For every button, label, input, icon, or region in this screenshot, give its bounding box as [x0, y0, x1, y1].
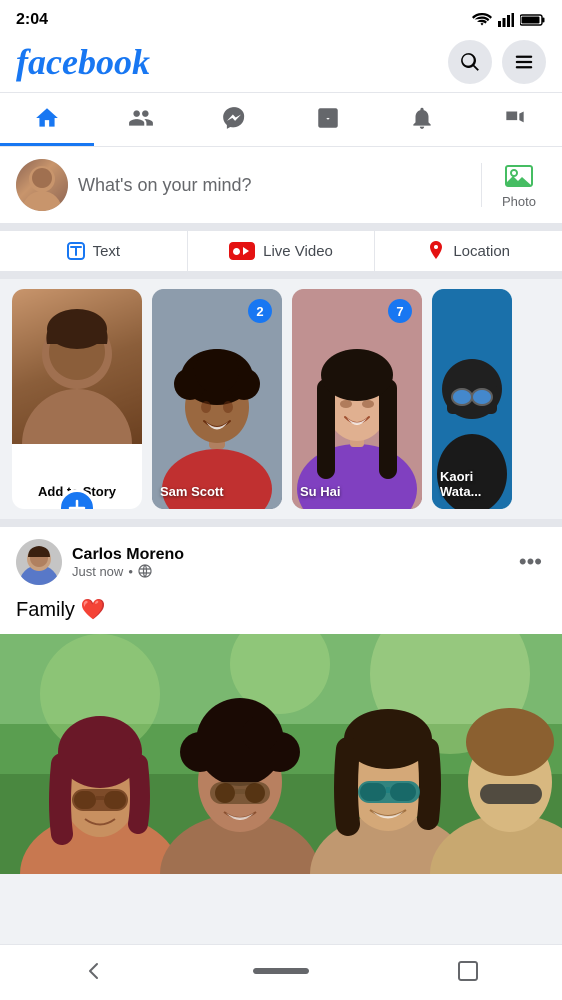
text-icon	[67, 242, 85, 260]
composer-input[interactable]: What's on your mind?	[78, 175, 471, 196]
location-icon	[427, 241, 445, 261]
messenger-icon	[221, 105, 247, 131]
tab-notifications[interactable]	[375, 93, 469, 146]
story-badge-suhai: 7	[388, 299, 412, 323]
tab-home[interactable]	[0, 93, 94, 146]
nav-tabs	[0, 93, 562, 147]
post-author-name: Carlos Moreno	[72, 546, 184, 564]
family-photo-svg	[0, 634, 562, 874]
square-button[interactable]	[438, 951, 498, 991]
user-avatar-svg	[16, 159, 68, 211]
wifi-icon	[472, 13, 492, 27]
tab-marketplace[interactable]	[281, 93, 375, 146]
stories-section: Add to Story	[0, 279, 562, 527]
facebook-logo: facebook	[16, 41, 150, 83]
location-action-button[interactable]: Location	[375, 231, 562, 271]
menu-button[interactable]	[502, 40, 546, 84]
search-icon	[459, 51, 481, 73]
plus-icon	[68, 499, 86, 509]
text-action-button[interactable]: Text	[0, 231, 188, 271]
marketplace-icon	[315, 105, 341, 131]
header: facebook	[0, 36, 562, 93]
post-timestamp: Just now	[72, 564, 123, 579]
status-bar: 2:04	[0, 0, 562, 36]
video-icon	[502, 105, 528, 131]
bell-icon	[409, 105, 435, 131]
battery-icon	[520, 13, 546, 27]
signal-icon	[498, 13, 514, 27]
story-badge-sam: 2	[248, 299, 272, 323]
feed-post: Carlos Moreno Just now • ••• Family ❤️	[0, 527, 562, 874]
post-author-info: Carlos Moreno Just now •	[72, 546, 184, 579]
story-name-sam: Sam Scott	[160, 484, 274, 499]
status-icons	[472, 13, 546, 27]
post-avatar	[16, 539, 62, 585]
post-header: Carlos Moreno Just now • •••	[0, 527, 562, 593]
bottom-spacer	[0, 882, 562, 938]
composer: What's on your mind? Photo	[0, 147, 562, 231]
live-icon	[229, 242, 255, 260]
story-name-kaori: Kaori Wata...	[440, 469, 504, 499]
status-time: 2:04	[16, 11, 48, 29]
story-card-suhai[interactable]: 7 Su Hai	[292, 289, 422, 509]
friends-icon	[128, 105, 154, 131]
square-icon	[457, 960, 479, 982]
back-button[interactable]	[64, 951, 124, 991]
composer-divider	[481, 163, 482, 207]
post-actions-bar: Text Live Video Location	[0, 231, 562, 279]
globe-icon	[138, 564, 152, 578]
post-text: Family ❤️	[0, 593, 562, 634]
live-video-action-button[interactable]: Live Video	[188, 231, 376, 271]
post-image	[0, 634, 562, 874]
story-card-sam[interactable]: 2 Sam Scott	[152, 289, 282, 509]
home-icon	[34, 105, 60, 131]
photo-label: Photo	[502, 194, 536, 209]
post-meta-dot: •	[128, 564, 133, 579]
menu-icon	[513, 51, 535, 73]
live-video-label: Live Video	[263, 243, 333, 260]
add-story-photo	[12, 289, 142, 444]
composer-photo-button[interactable]: Photo	[492, 161, 546, 209]
location-label: Location	[453, 243, 510, 260]
story-card-kaori[interactable]: Kaori Wata...	[432, 289, 512, 509]
home-indicator[interactable]	[253, 968, 309, 974]
story-name-suhai: Su Hai	[300, 484, 414, 499]
tab-video[interactable]	[468, 93, 562, 146]
tab-messenger[interactable]	[187, 93, 281, 146]
header-actions	[448, 40, 546, 84]
text-inner-icon	[70, 245, 82, 257]
composer-avatar	[16, 159, 68, 211]
tab-friends[interactable]	[94, 93, 188, 146]
add-story-avatar	[12, 289, 142, 444]
search-button[interactable]	[448, 40, 492, 84]
carlos-avatar	[16, 539, 62, 585]
bottom-nav	[0, 944, 562, 1000]
post-author: Carlos Moreno Just now •	[16, 539, 184, 585]
photo-video-icon	[504, 161, 534, 191]
add-story-card[interactable]: Add to Story	[12, 289, 142, 509]
text-label: Text	[93, 243, 121, 260]
post-meta: Just now •	[72, 564, 184, 579]
back-icon	[82, 959, 106, 983]
post-more-button[interactable]: •••	[515, 545, 546, 579]
